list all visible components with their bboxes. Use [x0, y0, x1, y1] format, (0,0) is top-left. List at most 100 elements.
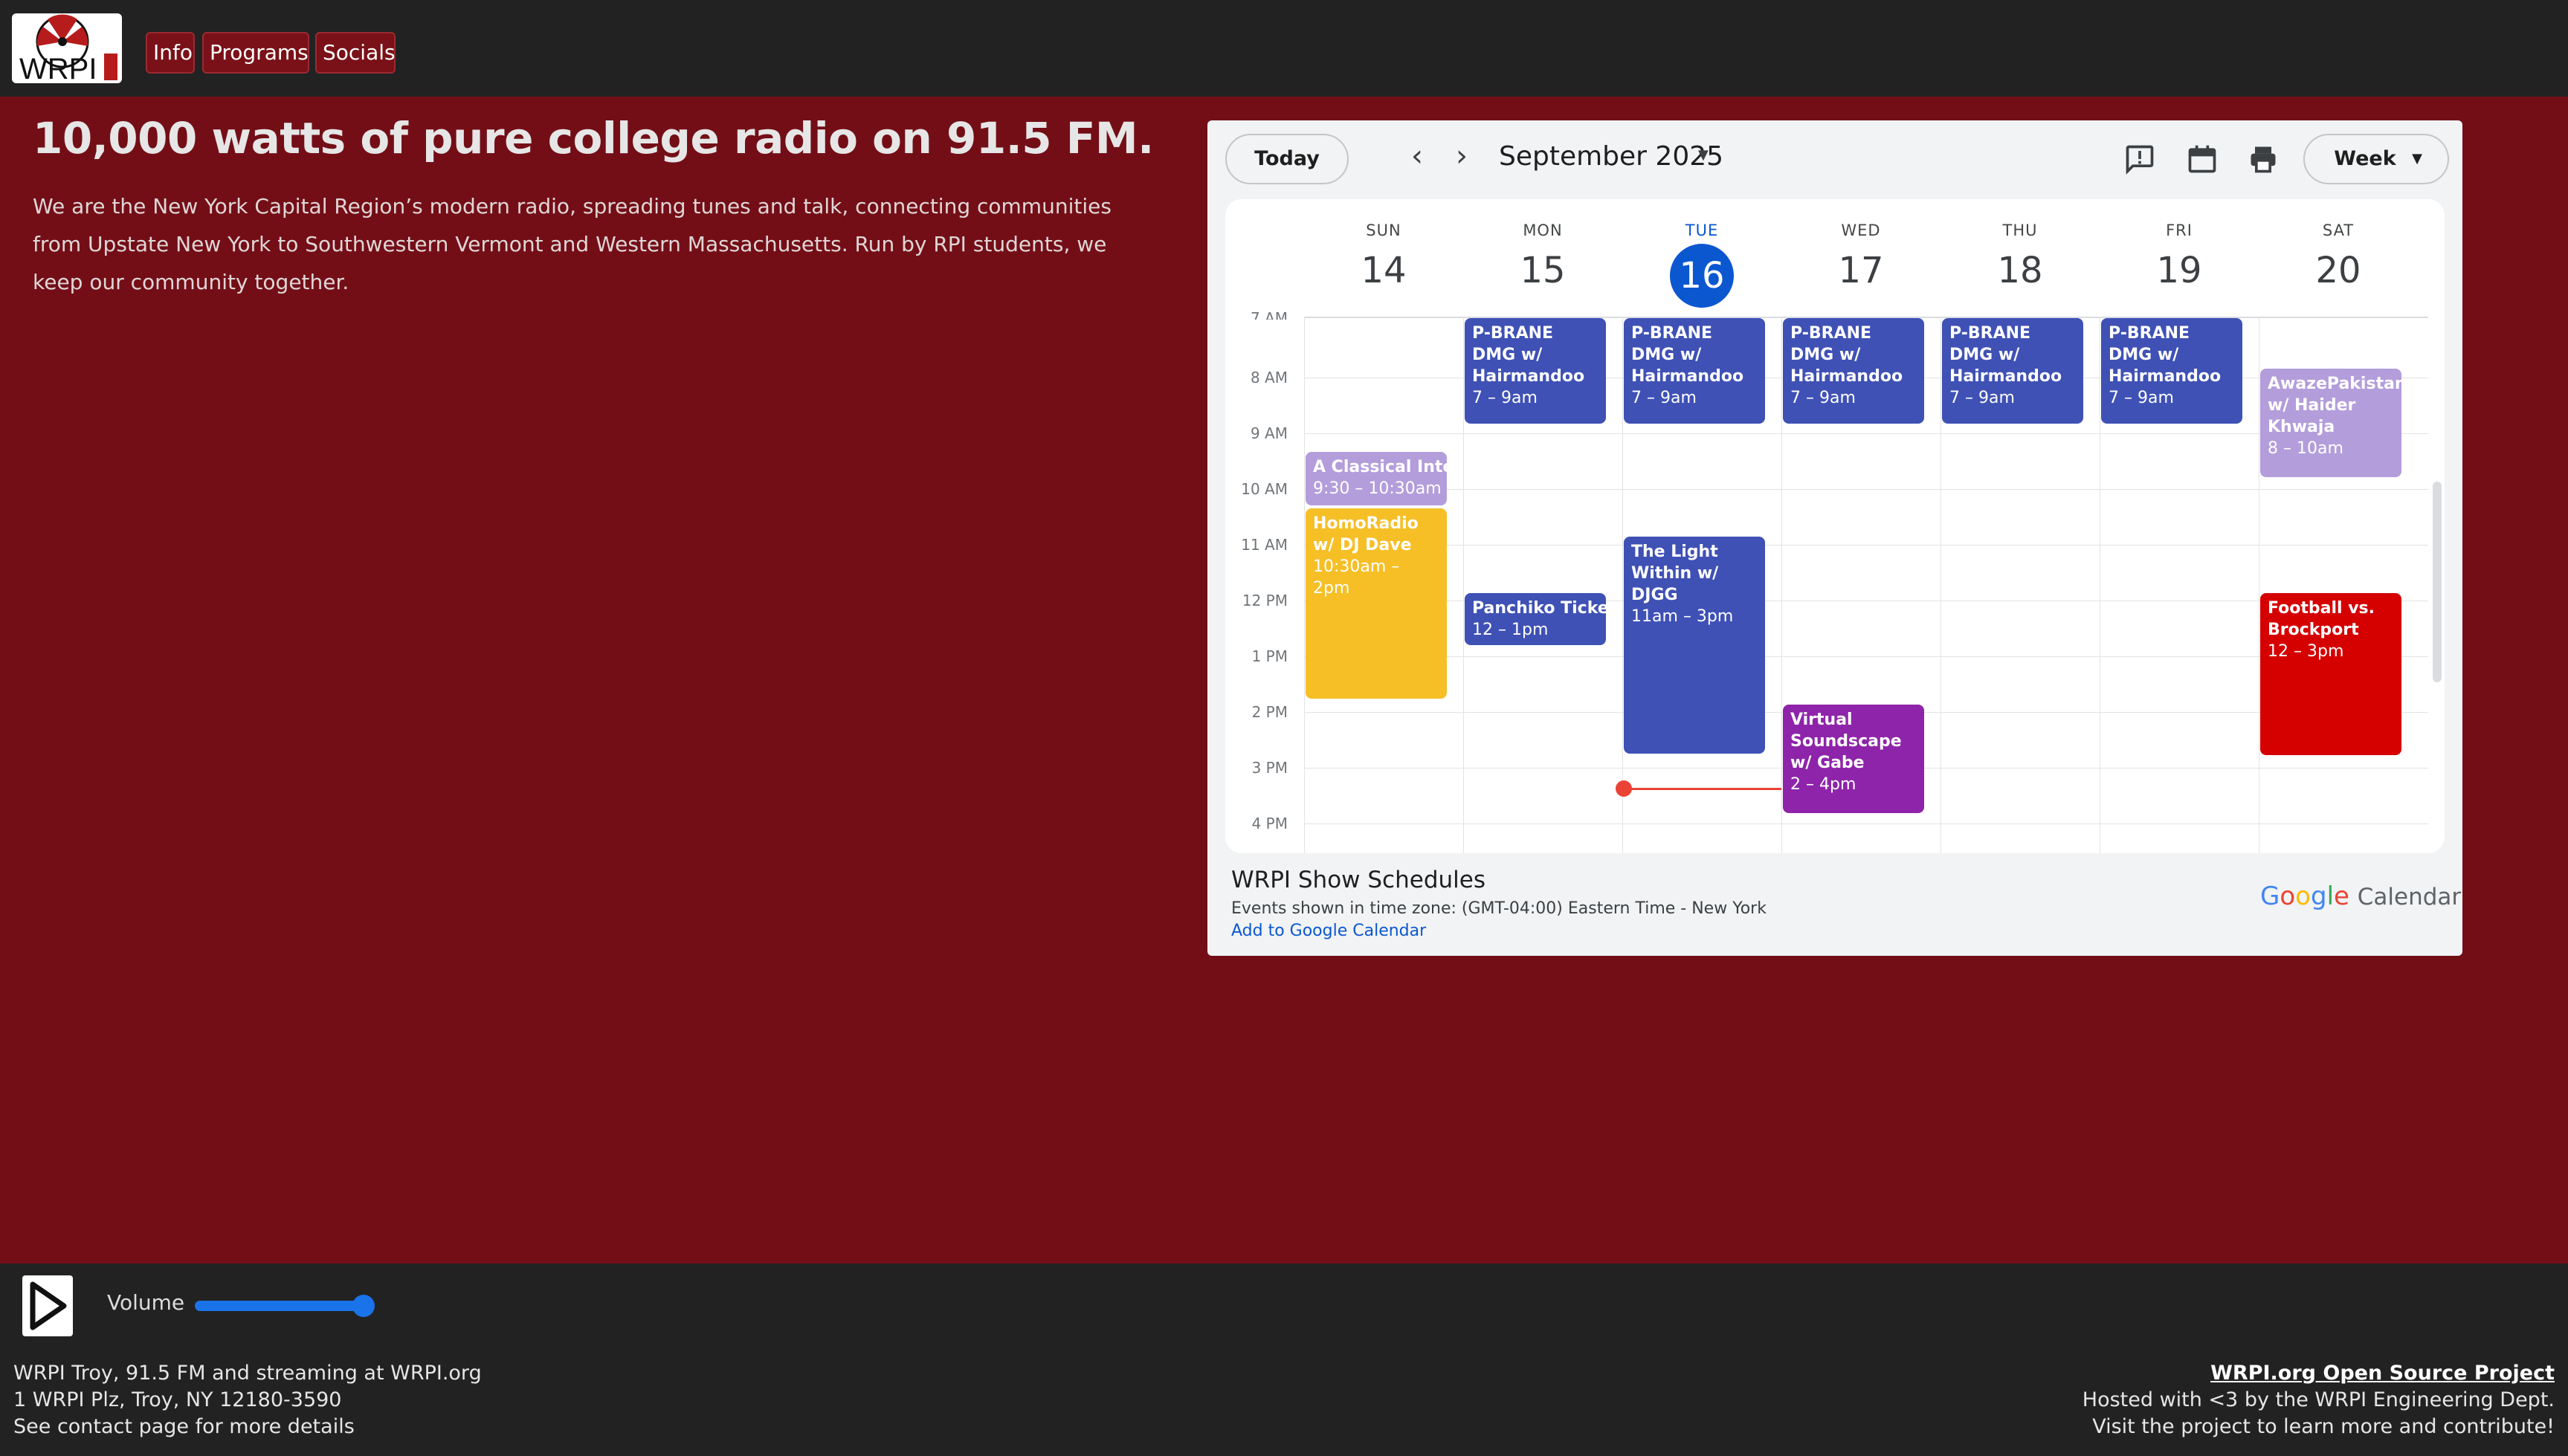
view-select-label: Week: [2334, 147, 2396, 170]
top-nav-bar: WRPI Info Programs Socials: [0, 0, 2568, 97]
view-dropdown-icon: ▼: [2412, 151, 2422, 166]
timezone-note: Events shown in time zone: (GMT-04:00) E…: [1231, 899, 1767, 918]
calendar-icon[interactable]: [2186, 143, 2219, 175]
time-label: 8 AM: [1250, 369, 1288, 386]
event-card[interactable]: P-BRANE DMG w/ Hairmandoo 7 – 9am: [1783, 318, 1924, 424]
volume-slider-track[interactable]: [195, 1301, 367, 1311]
nav-info-button[interactable]: Info: [146, 32, 195, 74]
event-time: 9:30 – 10:30am: [1313, 479, 1442, 498]
add-to-google-calendar-link[interactable]: Add to Google Calendar: [1231, 922, 1426, 940]
day-header-fri[interactable]: FRI 19: [2100, 221, 2259, 291]
day-name: THU: [2002, 221, 2038, 239]
google-calendar-logo[interactable]: Google Calendar: [2260, 881, 2461, 911]
day-header-mon[interactable]: MON 15: [1463, 221, 1622, 291]
event-title: Virtual Soundscape w/ Gabe: [1790, 711, 1902, 772]
time-label: 10 AM: [1241, 480, 1288, 498]
event-card[interactable]: P-BRANE DMG w/ Hairmandoo 7 – 9am: [2101, 318, 2242, 424]
print-icon[interactable]: [2247, 143, 2280, 175]
day-separator: [1304, 317, 1305, 853]
nav-programs-button[interactable]: Programs: [202, 32, 309, 74]
nav-socials-button[interactable]: Socials: [315, 32, 396, 74]
station-description: We are the New York Capital Region’s mod…: [33, 194, 1112, 294]
event-time: 7 – 9am: [2109, 389, 2174, 407]
event-time: 12 – 3pm: [2268, 642, 2344, 661]
event-title: A Classical Interl: [1313, 458, 1447, 476]
today-button[interactable]: Today: [1225, 134, 1349, 184]
hosted-by-note: Hosted with <3 by the WRPI Engineering D…: [2082, 1388, 2555, 1411]
event-time: 2 – 4pm: [1790, 775, 1856, 794]
day-number: 20: [2315, 250, 2361, 291]
play-button[interactable]: [22, 1275, 73, 1336]
time-label: 11 AM: [1241, 536, 1288, 554]
event-title: The Light Within w/ DJGG: [1631, 543, 1719, 604]
day-header-sun[interactable]: SUN 14: [1304, 221, 1463, 291]
wrpi-logo[interactable]: WRPI: [12, 13, 122, 83]
day-separator: [1463, 317, 1464, 853]
event-card[interactable]: The Light Within w/ DJGG 11am – 3pm: [1624, 537, 1765, 754]
day-name: FRI: [2166, 221, 2193, 239]
day-header-thu[interactable]: THU 18: [1940, 221, 2100, 291]
event-time: 7 – 9am: [1790, 389, 1856, 407]
event-card[interactable]: Football vs. Brockport 12 – 3pm: [2260, 593, 2401, 755]
project-info: WRPI.org Open Source Project Hosted with…: [2083, 1360, 2555, 1440]
event-time: 8 – 10am: [2268, 439, 2343, 458]
event-time: 7 – 9am: [1949, 389, 2015, 407]
event-title: P-BRANE DMG w/ Hairmandoo: [1790, 324, 1903, 386]
station-info: WRPI Troy, 91.5 FM and streaming at WRPI…: [13, 1360, 482, 1440]
prev-week-icon[interactable]: ‹: [1398, 138, 1436, 177]
scrollbar[interactable]: [2433, 482, 2442, 682]
event-card[interactable]: Panchiko Ticket G 12 – 1pm: [1465, 593, 1606, 645]
event-title: P-BRANE DMG w/ Hairmandoo: [1472, 324, 1585, 386]
volume-label: Volume: [107, 1290, 185, 1315]
next-week-icon[interactable]: ›: [1442, 138, 1481, 177]
day-number: 18: [1997, 250, 2043, 291]
event-title: P-BRANE DMG w/ Hairmandoo: [2109, 324, 2222, 386]
event-time: 11am – 3pm: [1631, 607, 1734, 626]
schedule-calendar: Today ‹ › September 2025 ▼ Week ▼ SUN 14…: [1207, 120, 2462, 956]
event-title: P-BRANE DMG w/ Hairmandoo: [1949, 324, 2062, 386]
view-select-button[interactable]: Week ▼: [2303, 134, 2449, 184]
event-card[interactable]: A Classical Interl 9:30 – 10:30am: [1306, 452, 1447, 505]
day-number: 15: [1520, 250, 1566, 291]
station-info-line: WRPI Troy, 91.5 FM and streaming at WRPI…: [13, 1362, 482, 1385]
event-card[interactable]: HomoRadio w/ DJ Dave 10:30am – 2pm: [1306, 508, 1447, 699]
day-header-tue-today[interactable]: TUE 16: [1622, 221, 1781, 308]
month-label[interactable]: September 2025: [1499, 141, 1723, 172]
event-time: 10:30am – 2pm: [1313, 557, 1400, 598]
month-dropdown-icon[interactable]: ▼: [1698, 147, 1709, 163]
day-header-wed[interactable]: WED 17: [1781, 221, 1940, 291]
day-header-sat[interactable]: SAT 20: [2259, 221, 2418, 291]
event-time: 7 – 9am: [1631, 389, 1697, 407]
week-grid: SUN 14 MON 15 TUE 16 WED 17 THU 18 FRI 1…: [1225, 199, 2445, 853]
calendar-toolbar: Today ‹ › September 2025 ▼ Week ▼: [1207, 120, 2462, 198]
current-time-line: [1622, 788, 1781, 790]
calendar-title: WRPI Show Schedules: [1231, 867, 1485, 893]
day-number: 14: [1361, 250, 1407, 291]
time-label: 3 PM: [1251, 759, 1288, 777]
event-card[interactable]: P-BRANE DMG w/ Hairmandoo 7 – 9am: [1465, 318, 1606, 424]
volume-slider-thumb[interactable]: [352, 1295, 375, 1317]
hour-line: [1304, 489, 2428, 490]
google-calendar-word: Calendar: [2357, 884, 2462, 910]
station-address: 1 WRPI Plz, Troy, NY 12180-3590: [13, 1388, 342, 1411]
feedback-icon[interactable]: [2123, 143, 2156, 175]
day-name: WED: [1841, 221, 1881, 239]
event-title: P-BRANE DMG w/ Hairmandoo: [1631, 324, 1744, 386]
day-name: TUE: [1685, 221, 1719, 239]
event-card[interactable]: AwazePakistan w/ Haider Khwaja 8 – 10am: [2260, 369, 2401, 477]
event-title: AwazePakistan w/ Haider Khwaja: [2268, 375, 2401, 436]
event-card[interactable]: P-BRANE DMG w/ Hairmandoo 7 – 9am: [1624, 318, 1765, 424]
time-label: 4 PM: [1251, 815, 1288, 832]
event-time: 7 – 9am: [1472, 389, 1538, 407]
svg-text:WRPI: WRPI: [19, 53, 97, 83]
day-name: SUN: [1366, 221, 1401, 239]
event-title: HomoRadio w/ DJ Dave: [1313, 514, 1419, 554]
open-source-project-link[interactable]: WRPI.org Open Source Project: [2083, 1360, 2555, 1387]
event-card[interactable]: Virtual Soundscape w/ Gabe 2 – 4pm: [1783, 705, 1924, 813]
contribute-note: Visit the project to learn more and cont…: [2092, 1415, 2555, 1438]
day-separator: [1940, 317, 1941, 853]
event-time: 12 – 1pm: [1472, 621, 1549, 639]
event-card[interactable]: P-BRANE DMG w/ Hairmandoo 7 – 9am: [1942, 318, 2083, 424]
time-label: 12 PM: [1242, 592, 1288, 609]
day-separator: [1781, 317, 1782, 853]
